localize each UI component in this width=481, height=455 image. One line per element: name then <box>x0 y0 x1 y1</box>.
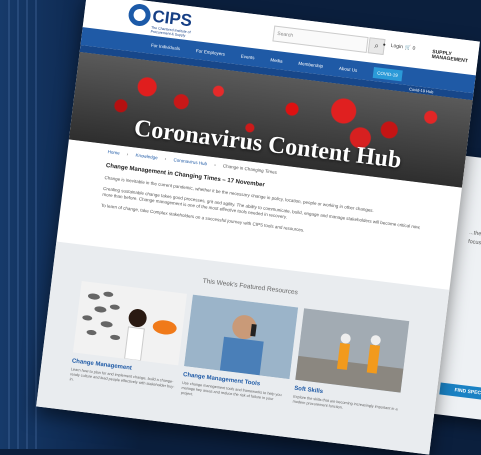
account-icon[interactable]: ● <box>382 42 386 48</box>
breadcrumb-home[interactable]: Home <box>107 149 120 155</box>
workers-photo-icon <box>295 308 410 393</box>
nav-item-about[interactable]: About Us <box>339 65 358 72</box>
nav-item-employers[interactable]: For Employers <box>196 48 226 57</box>
breadcrumb-knowledge[interactable]: Knowledge <box>135 153 158 161</box>
nav-item-membership[interactable]: Membership <box>298 60 323 68</box>
nav-item-events[interactable]: Events <box>241 53 255 60</box>
background-page-text: ...the sin of our time... a focus on... … <box>467 229 481 251</box>
card-image[interactable] <box>72 280 187 366</box>
card-image[interactable] <box>295 308 410 393</box>
card-image[interactable] <box>184 294 299 379</box>
breadcrumb-current: Change in Changing Times <box>222 163 278 175</box>
nav-item-media[interactable]: Media <box>270 57 283 63</box>
background-page-button[interactable]: FIND SPECIF... <box>439 382 481 403</box>
resource-card[interactable]: Change Management Learn how to plan for … <box>69 280 187 395</box>
cart-icon[interactable]: 🛒 <box>404 45 411 52</box>
nav-item-individuals[interactable]: For Individuals <box>151 42 181 51</box>
fish-illustration-icon <box>82 291 177 362</box>
account-label[interactable]: Login <box>390 43 403 50</box>
background-stripes <box>8 0 42 449</box>
breadcrumb-hub[interactable]: Coronavirus Hub <box>173 157 207 166</box>
nav-item-covid[interactable]: COVID-19 <box>372 66 403 81</box>
supply-management-logo[interactable]: SUPPLY MANAGEMENT <box>431 49 478 66</box>
logo-mark-icon <box>127 2 152 28</box>
man-on-phone-photo-icon <box>184 294 299 379</box>
cart-count: 0 <box>412 45 416 52</box>
resource-card[interactable]: Soft Skills Explore the skills that are … <box>292 308 410 422</box>
search-input[interactable]: Search <box>272 25 369 53</box>
webpage: CIPS The Chartered Institute of Procurem… <box>36 0 480 455</box>
resource-card[interactable]: Change Management Tools Use change manag… <box>180 294 299 409</box>
